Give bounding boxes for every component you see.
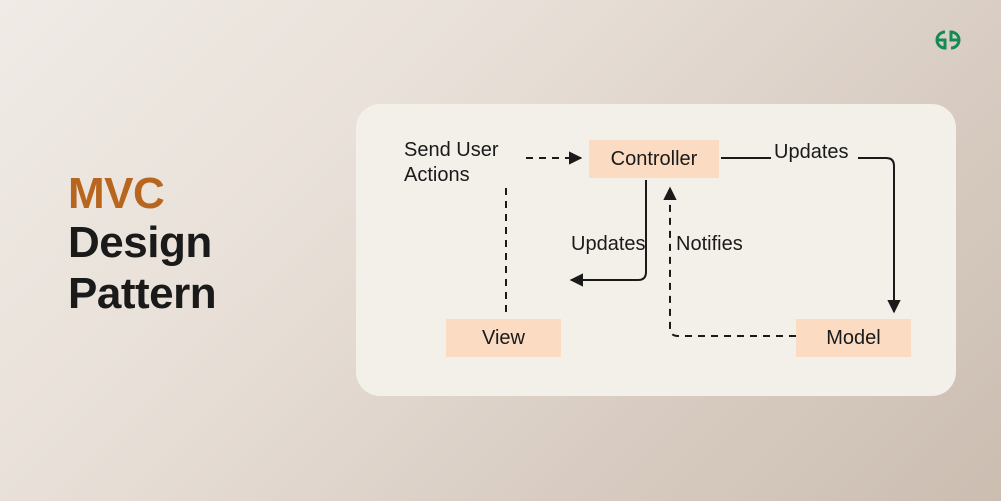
edge-label-send-user-actions: Send User Actions bbox=[404, 138, 554, 188]
node-model: Model bbox=[796, 319, 911, 357]
page-title: MVC Design Pattern bbox=[68, 170, 216, 320]
gfg-logo bbox=[927, 28, 969, 52]
node-controller: Controller bbox=[589, 140, 719, 178]
title-highlight: MVC bbox=[68, 170, 216, 218]
diagram-panel: Controller View Model Send User Actions … bbox=[356, 104, 956, 396]
node-controller-label: Controller bbox=[611, 148, 698, 171]
edge-label-notifies: Notifies bbox=[676, 232, 743, 257]
title-line2: Pattern bbox=[68, 269, 216, 320]
edge-label-updates-ctrl-view: Updates bbox=[571, 232, 646, 257]
node-model-label: Model bbox=[826, 327, 880, 350]
node-view-label: View bbox=[482, 327, 525, 350]
node-view: View bbox=[446, 319, 561, 357]
title-line1: Design bbox=[68, 218, 216, 269]
edge-label-updates-ctrl-model: Updates bbox=[774, 140, 849, 165]
